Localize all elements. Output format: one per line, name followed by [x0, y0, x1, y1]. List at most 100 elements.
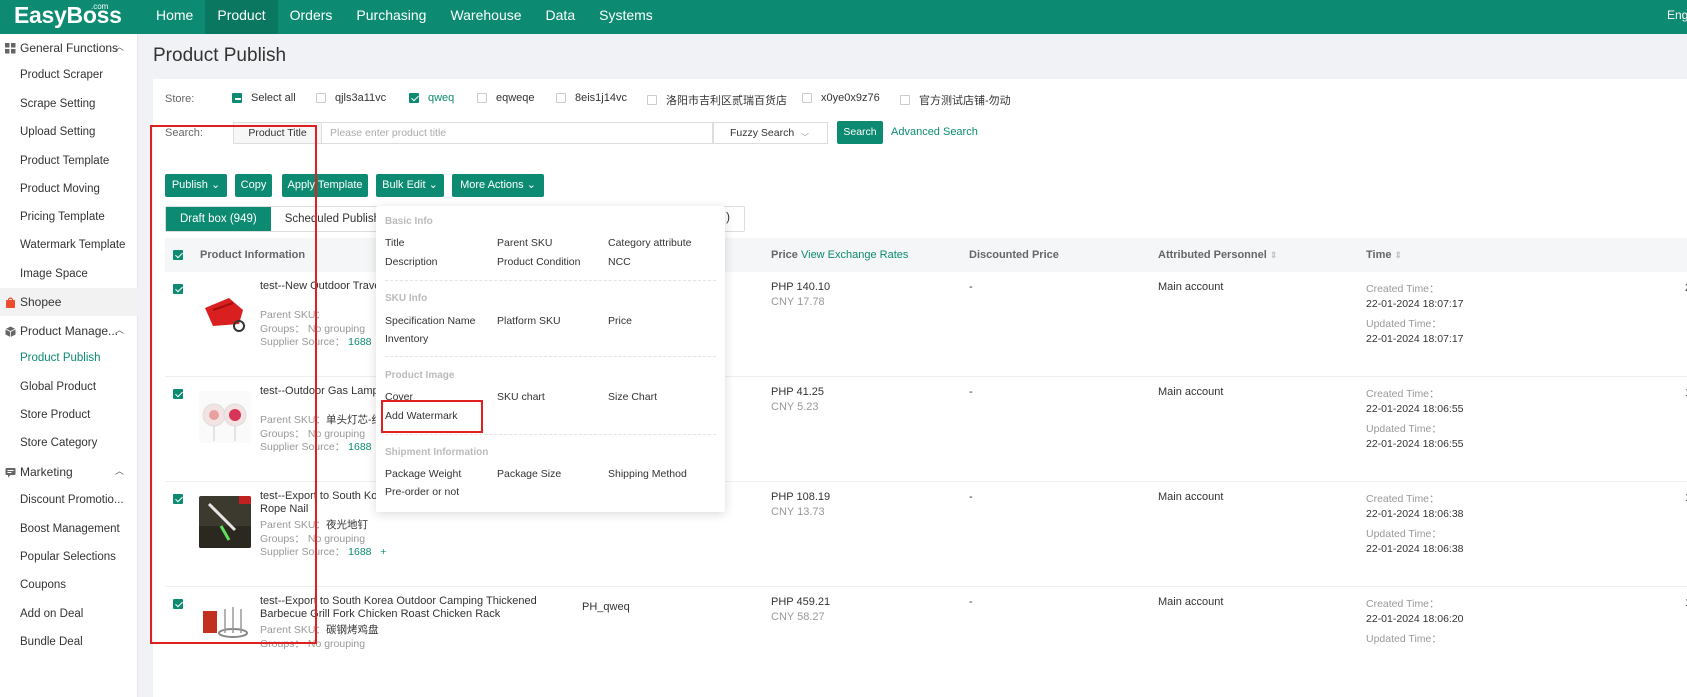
checkbox[interactable]	[900, 95, 910, 105]
sidebar-group-general-functions[interactable]: General Functions ︿	[0, 35, 138, 61]
menu-item-package-size[interactable]: Package Size	[497, 468, 561, 480]
menu-item-description[interactable]: Description	[385, 256, 438, 268]
sort-icon[interactable]: ⇕	[1270, 250, 1278, 260]
column-attributed-personnel[interactable]: Attributed Personnel ⇕	[1158, 249, 1277, 261]
checkbox[interactable]	[802, 93, 812, 103]
time-header-label: Time	[1366, 249, 1392, 261]
sidebar-item-upload-setting[interactable]: Upload Setting	[20, 126, 95, 138]
created-time-value: 22-01-2024 18:06:20	[1366, 613, 1464, 625]
nav-orders[interactable]: Orders	[278, 0, 345, 34]
sidebar-group-marketing[interactable]: Marketing ︿	[0, 459, 138, 485]
bulk-edit-label: Bulk Edit	[382, 179, 426, 191]
menu-item-title[interactable]: Title	[385, 237, 404, 249]
nav-product[interactable]: Product	[205, 0, 278, 34]
menu-item-parent-sku[interactable]: Parent SKU	[497, 237, 552, 249]
price-cny: CNY 5.23	[771, 401, 819, 413]
menu-item-inventory[interactable]: Inventory	[385, 333, 428, 345]
menu-item-category-attribute[interactable]: Category attribute	[608, 237, 691, 249]
checkbox[interactable]	[556, 93, 566, 103]
store-option[interactable]: 8eis1j14vc	[556, 92, 627, 104]
price-cny: CNY 17.78	[771, 296, 825, 308]
nav-home[interactable]: Home	[144, 0, 205, 34]
store-option-label: 官方测试店铺-勿动	[919, 95, 1011, 107]
nav-data[interactable]: Data	[534, 0, 588, 34]
updated-time-value: 22-01-2024 18:06:55	[1366, 438, 1464, 450]
menu-item-specification-name[interactable]: Specification Name	[385, 315, 475, 327]
sidebar-item-image-space[interactable]: Image Space	[20, 268, 88, 280]
menu-item-product-condition[interactable]: Product Condition	[497, 256, 580, 268]
sidebar-item-add-on-deal[interactable]: Add on Deal	[20, 608, 83, 620]
updated-time-value: 22-01-2024 18:06:38	[1366, 543, 1464, 555]
menu-item-ncc[interactable]: NCC	[608, 256, 631, 268]
sidebar-item-bundle-deal[interactable]: Bundle Deal	[20, 636, 83, 648]
menu-item-size-chart[interactable]: Size Chart	[608, 391, 657, 403]
advanced-search-link[interactable]: Advanced Search	[891, 126, 978, 138]
column-time[interactable]: Time ⇕	[1366, 249, 1402, 261]
store-option[interactable]: qjls3a11vc	[316, 92, 386, 104]
menu-item-platform-sku[interactable]: Platform SKU	[497, 315, 561, 327]
checkbox[interactable]	[316, 93, 326, 103]
search-button[interactable]: Search	[837, 121, 883, 144]
parent-sku-value: 碳钢烤鸡盘	[325, 624, 379, 636]
search-mode-value: Fuzzy Search	[730, 127, 795, 139]
menu-item-package-weight[interactable]: Package Weight	[385, 468, 461, 480]
store-option[interactable]: 官方测试店铺-勿动	[900, 92, 1011, 108]
supplier-link[interactable]: 1688	[348, 546, 371, 558]
store-filter-label: Store:	[165, 93, 195, 105]
sidebar-item-coupons[interactable]: Coupons	[20, 579, 66, 591]
sidebar-item-watermark-template[interactable]: Watermark Template	[20, 239, 125, 251]
sort-icon[interactable]: ⇕	[1395, 250, 1403, 260]
store-option-label: eqweqe	[496, 92, 535, 104]
view-exchange-rates-link[interactable]: View Exchange Rates	[801, 249, 908, 261]
sidebar-item-store-product[interactable]: Store Product	[20, 409, 90, 421]
search-mode-select[interactable]: Fuzzy Search ﹀	[713, 122, 828, 144]
nav-warehouse[interactable]: Warehouse	[438, 0, 533, 34]
add-supplier-icon[interactable]: +	[380, 546, 386, 558]
checkbox[interactable]	[647, 95, 657, 105]
store-option[interactable]: eqweqe	[477, 92, 535, 104]
nav-systems[interactable]: Systems	[587, 0, 665, 34]
table-row[interactable]: test--Export to South Korea Outdoor Camp…	[165, 587, 1687, 697]
created-time-value: 22-01-2024 18:06:55	[1366, 403, 1464, 415]
sidebar-item-product-publish[interactable]: Product Publish	[20, 352, 101, 364]
sidebar-item-store-category[interactable]: Store Category	[20, 437, 97, 449]
menu-item-price[interactable]: Price	[608, 315, 632, 327]
supplier-link[interactable]: 1688	[348, 441, 371, 453]
sidebar-item-product-template[interactable]: Product Template	[20, 155, 109, 167]
sidebar-platform-shopee[interactable]: Shopee	[0, 288, 138, 316]
store-option-label: Select all	[251, 92, 296, 104]
menu-item-sku-chart[interactable]: SKU chart	[497, 391, 545, 403]
sidebar-group-product-management[interactable]: Product Manage... ︿	[0, 318, 138, 344]
menu-item-pre-order[interactable]: Pre-order or not	[385, 486, 459, 498]
menu-divider	[385, 434, 716, 435]
section-shipment-information: Shipment Information	[385, 447, 489, 458]
nav-purchasing[interactable]: Purchasing	[344, 0, 438, 34]
supplier-link[interactable]: 1688	[348, 336, 371, 348]
sidebar-item-boost-management[interactable]: Boost Management	[20, 523, 120, 535]
sidebar-item-pricing-template[interactable]: Pricing Template	[20, 211, 105, 223]
chevron-down-icon: ⌄	[526, 179, 536, 191]
store-option-select-all[interactable]: Select all	[232, 92, 296, 104]
language-switcher[interactable]: English	[1667, 8, 1687, 22]
price-cny: CNY 58.27	[771, 611, 825, 623]
sidebar-item-discount-promotion[interactable]: Discount Promotio...	[20, 494, 124, 506]
sidebar-item-product-scraper[interactable]: Product Scraper	[20, 69, 103, 81]
more-actions-button[interactable]: More Actions ⌄	[452, 174, 544, 197]
checkbox-checked[interactable]	[409, 93, 419, 103]
sidebar-item-global-product[interactable]: Global Product	[20, 381, 96, 393]
checkbox[interactable]	[477, 93, 487, 103]
sidebar-item-scrape-setting[interactable]: Scrape Setting	[20, 98, 95, 110]
created-time-label: Created Time：	[1366, 598, 1440, 610]
sidebar-item-product-moving[interactable]: Product Moving	[20, 183, 100, 195]
bulk-edit-button[interactable]: Bulk Edit ⌄	[376, 174, 444, 197]
sidebar-item-popular-selections[interactable]: Popular Selections	[20, 551, 116, 563]
store-option[interactable]: x0ye0x9z76	[802, 92, 880, 104]
menu-item-shipping-method[interactable]: Shipping Method	[608, 468, 687, 480]
search-input[interactable]: Please enter product title	[322, 122, 713, 144]
main-content: Product Publish Store: Select all qjls3a…	[138, 34, 1687, 697]
store-option[interactable]: qweq	[409, 92, 454, 104]
section-sku-info: SKU Info	[385, 293, 428, 304]
checkbox-indeterminate[interactable]	[232, 93, 242, 103]
store-option[interactable]: 洛阳市吉利区贰瑞百货店	[647, 92, 787, 108]
shopee-row-content: Shopee	[0, 289, 138, 315]
